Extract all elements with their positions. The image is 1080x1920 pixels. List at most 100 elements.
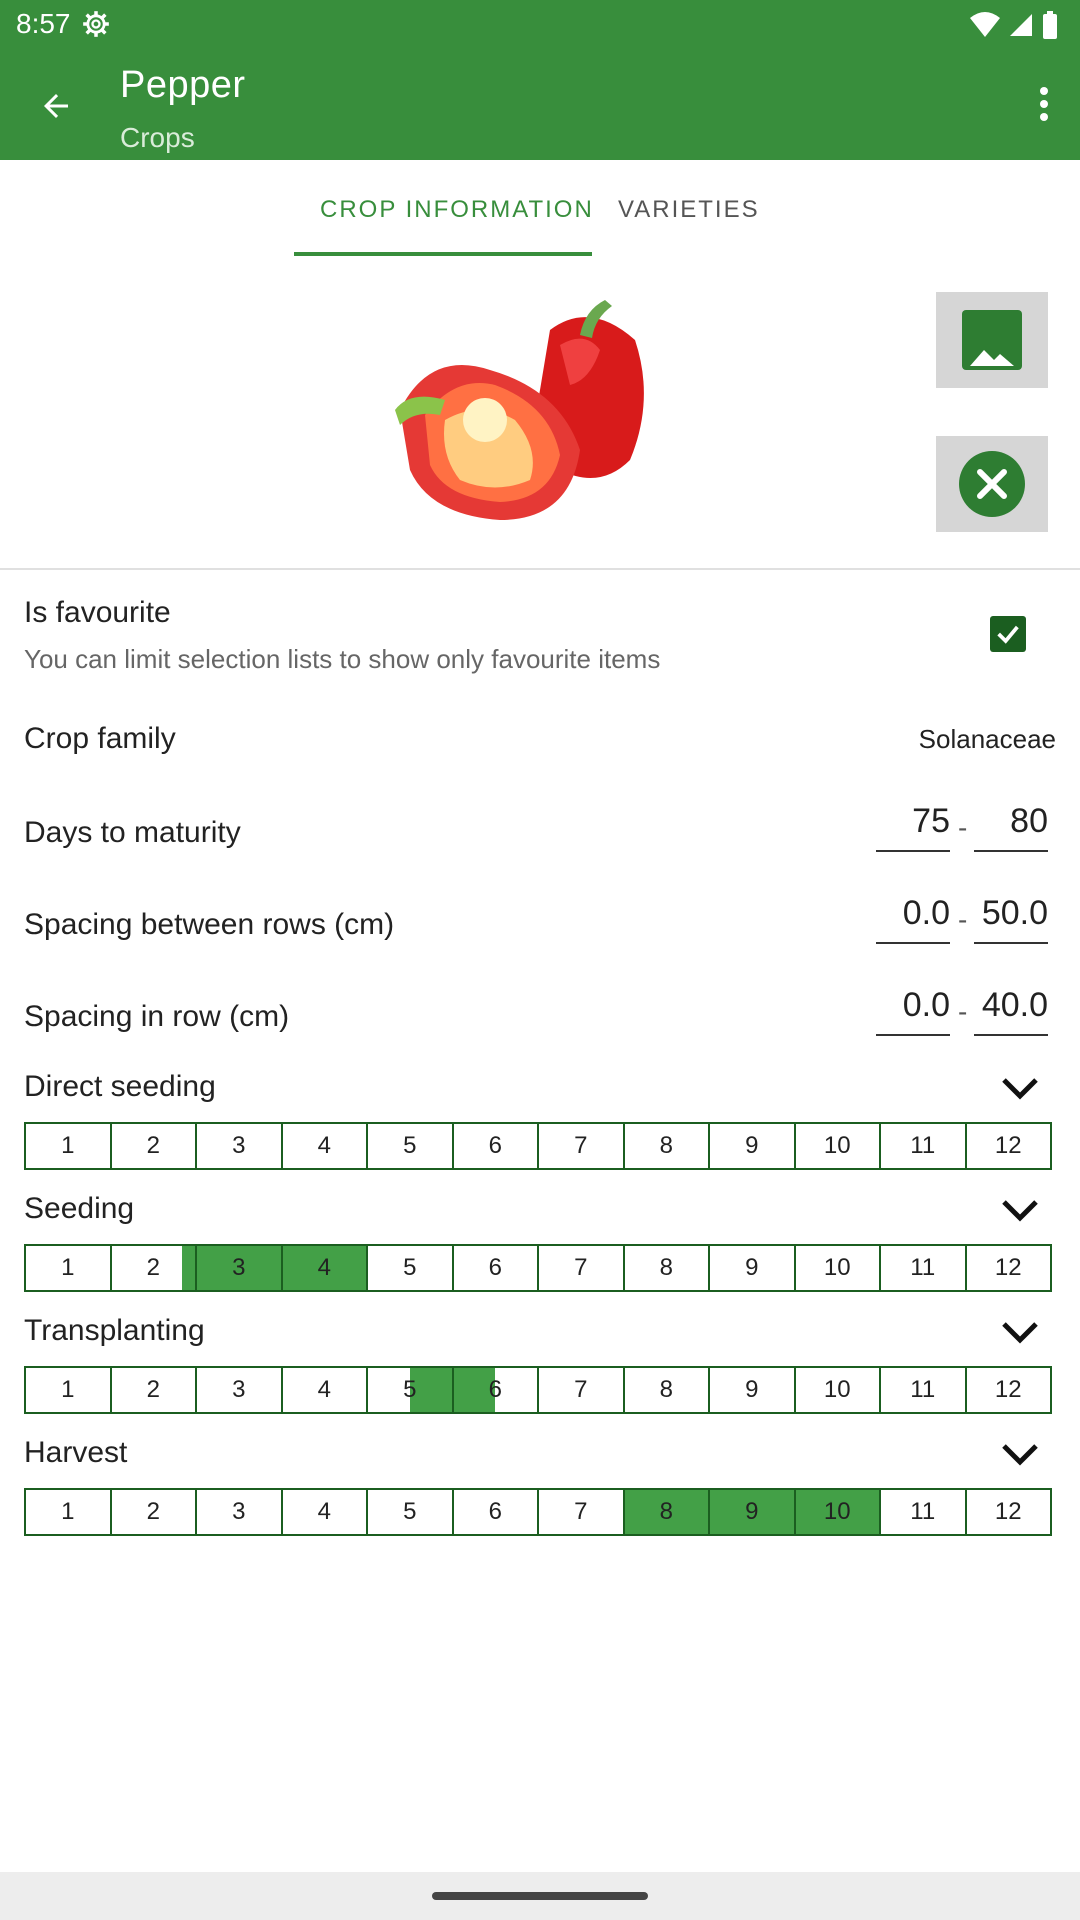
month-cell[interactable]: 10: [796, 1246, 881, 1290]
days-to-maturity-max[interactable]: 80: [974, 802, 1048, 852]
month-cell[interactable]: 2: [112, 1124, 197, 1168]
choose-image-button[interactable]: [936, 292, 1048, 388]
month-label: 4: [317, 1498, 331, 1525]
month-cell[interactable]: 2: [112, 1368, 197, 1412]
app-bar: Pepper Crops: [0, 50, 1080, 160]
month-cell[interactable]: 8: [625, 1124, 710, 1168]
month-label: 2: [146, 1254, 160, 1281]
month-label: 6: [488, 1376, 502, 1403]
month-cell[interactable]: 4: [283, 1368, 368, 1412]
month-cell[interactable]: 11: [881, 1490, 967, 1534]
month-cell[interactable]: 3: [197, 1490, 283, 1534]
month-cell[interactable]: 6: [454, 1124, 539, 1168]
month-cell[interactable]: 8: [625, 1246, 710, 1290]
chevron-down-icon[interactable]: [1000, 1442, 1040, 1468]
month-label: 8: [659, 1254, 673, 1281]
month-cell[interactable]: 5: [368, 1368, 454, 1412]
month-cell[interactable]: 5: [368, 1490, 454, 1534]
month-label: 6: [488, 1132, 502, 1159]
days-to-maturity-label: Days to maturity: [24, 816, 241, 849]
tab-indicator: [294, 252, 592, 256]
month-cell[interactable]: 9: [710, 1124, 796, 1168]
month-cell[interactable]: 8: [625, 1368, 710, 1412]
chevron-down-icon[interactable]: [1000, 1076, 1040, 1102]
month-label: 3: [232, 1132, 246, 1159]
month-cell[interactable]: 3: [197, 1124, 283, 1168]
spacing-rows-max[interactable]: 50.0: [974, 894, 1048, 944]
remove-image-button[interactable]: [936, 436, 1048, 532]
harvest-months: 1 2 3 4 5 6 7 8 9 10 11 12: [24, 1488, 1052, 1536]
month-cell[interactable]: 4: [283, 1490, 368, 1534]
month-cell[interactable]: 7: [539, 1368, 625, 1412]
month-cell[interactable]: 5: [368, 1246, 454, 1290]
month-cell[interactable]: 8: [624, 1490, 710, 1534]
month-cell[interactable]: 3: [197, 1368, 283, 1412]
month-label: 11: [910, 1498, 936, 1525]
month-label: 9: [745, 1498, 759, 1525]
month-label: 5: [403, 1498, 417, 1525]
page-title: Pepper: [120, 64, 246, 106]
month-cell[interactable]: 12: [967, 1368, 1051, 1412]
month-label: 9: [745, 1132, 759, 1159]
spacing-rows-min[interactable]: 0.0: [876, 894, 950, 944]
month-cell[interactable]: 11: [881, 1368, 967, 1412]
favourite-label: Is favourite: [24, 596, 171, 629]
status-icons: [970, 10, 1058, 40]
direct-seeding-label: Direct seeding: [24, 1070, 216, 1103]
month-cell[interactable]: 12: [967, 1124, 1051, 1168]
month-cell[interactable]: 5: [368, 1124, 454, 1168]
month-cell[interactable]: 7: [539, 1490, 625, 1534]
month-cell[interactable]: 12: [967, 1490, 1051, 1534]
overflow-menu-button[interactable]: [1026, 78, 1062, 130]
favourite-description: You can limit selection lists to show on…: [24, 644, 661, 674]
month-cell[interactable]: 1: [26, 1490, 112, 1534]
month-cell[interactable]: 1: [26, 1124, 112, 1168]
month-cell[interactable]: 6: [454, 1246, 539, 1290]
month-cell[interactable]: 1: [26, 1368, 112, 1412]
month-cell[interactable]: 9: [710, 1246, 796, 1290]
favourite-checkbox[interactable]: [990, 616, 1026, 652]
spacing-in-row-max[interactable]: 40.0: [974, 986, 1048, 1036]
battery-icon: [1043, 11, 1057, 39]
month-cell[interactable]: 9: [710, 1368, 796, 1412]
month-label: 12: [994, 1498, 1022, 1525]
month-cell[interactable]: 2: [112, 1490, 197, 1534]
month-cell[interactable]: 10: [796, 1124, 881, 1168]
month-cell[interactable]: 9: [710, 1490, 796, 1534]
chevron-down-icon[interactable]: [1000, 1320, 1040, 1346]
range-separator: -: [958, 904, 968, 935]
month-label: 7: [574, 1376, 588, 1403]
crop-family-value[interactable]: Solanaceae: [919, 724, 1056, 755]
home-handle[interactable]: [432, 1892, 648, 1900]
month-label: 1: [61, 1376, 75, 1403]
month-cell[interactable]: 4: [282, 1246, 368, 1290]
image-icon: [970, 350, 1014, 366]
month-cell[interactable]: 11: [881, 1124, 967, 1168]
chevron-down-icon[interactable]: [1000, 1198, 1040, 1224]
month-cell[interactable]: 2: [112, 1246, 197, 1290]
month-label: 3: [232, 1376, 246, 1403]
month-label: 6: [488, 1254, 502, 1281]
spacing-in-row-min[interactable]: 0.0: [876, 986, 950, 1036]
month-label: 10: [823, 1254, 851, 1281]
month-cell[interactable]: 4: [283, 1124, 368, 1168]
month-cell[interactable]: 10: [795, 1490, 881, 1534]
month-cell[interactable]: 10: [796, 1368, 881, 1412]
days-to-maturity-min[interactable]: 75: [876, 802, 950, 852]
tab-crop-information[interactable]: CROP INFORMATION: [320, 196, 594, 224]
month-cell[interactable]: 6: [454, 1490, 539, 1534]
month-label: 12: [994, 1376, 1022, 1403]
more-vert-icon: [1040, 87, 1048, 121]
month-cell[interactable]: 7: [539, 1124, 625, 1168]
month-cell[interactable]: 11: [881, 1246, 967, 1290]
month-cell[interactable]: 7: [539, 1246, 625, 1290]
month-label: 5: [403, 1254, 417, 1281]
month-cell[interactable]: 6: [453, 1368, 539, 1412]
month-label: 10: [823, 1132, 851, 1159]
month-cell[interactable]: 1: [26, 1246, 112, 1290]
month-cell[interactable]: 12: [967, 1246, 1051, 1290]
month-label: 5: [403, 1132, 417, 1159]
tab-varieties[interactable]: VARIETIES: [618, 196, 760, 224]
month-cell[interactable]: 3: [197, 1246, 283, 1290]
back-button[interactable]: [30, 80, 82, 132]
